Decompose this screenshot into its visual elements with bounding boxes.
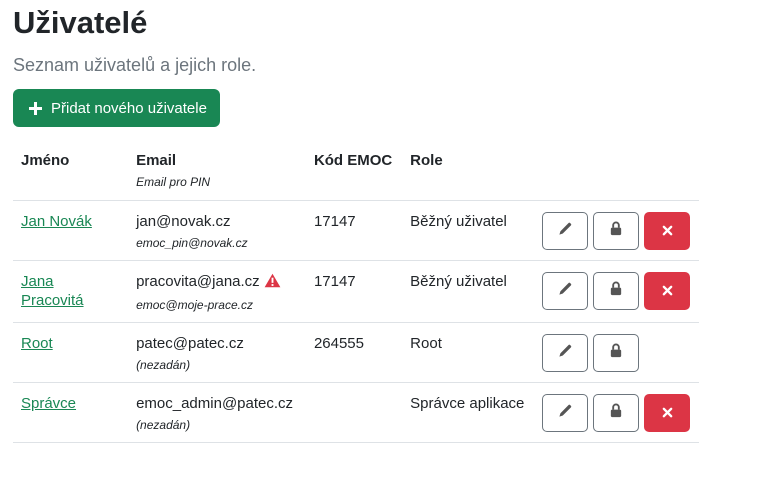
- user-pin-email: emoc_pin@novak.cz: [136, 236, 248, 250]
- pencil-icon: [558, 282, 572, 301]
- plus-icon: [29, 101, 42, 115]
- cell-name: Root: [13, 322, 129, 383]
- user-name-link[interactable]: Root: [21, 335, 53, 352]
- lock-user-button[interactable]: [592, 272, 639, 310]
- pencil-icon: [558, 222, 572, 241]
- edit-user-button[interactable]: [541, 394, 588, 432]
- table-header-row: Jméno Email Email pro PIN Kód EMOC Role: [13, 143, 699, 201]
- table-row: Root patec@patec.cz (nezadán) 264555 Root: [13, 322, 699, 383]
- user-email: patec@patec.cz: [136, 335, 244, 352]
- lock-icon: [609, 281, 623, 301]
- user-pin-email: emoc@moje-prace.cz: [136, 298, 253, 312]
- lock-user-button[interactable]: [592, 212, 639, 250]
- cell-name: Správce: [13, 382, 129, 443]
- header-name: Jméno: [13, 143, 129, 201]
- cell-actions: [533, 322, 699, 383]
- header-email: Email Email pro PIN: [128, 143, 306, 201]
- add-user-button-label: Přidat nového uživatele: [51, 99, 207, 117]
- user-pin-email: (nezadán): [136, 418, 191, 432]
- lock-icon: [609, 403, 623, 423]
- page-title: Uživatelé: [13, 5, 148, 40]
- edit-user-button[interactable]: [541, 272, 588, 310]
- x-icon: [662, 404, 673, 423]
- header-role: Role: [402, 143, 534, 201]
- edit-user-button[interactable]: [541, 212, 588, 250]
- users-page: Uživatelé Seznam uživatelů a jejich role…: [13, 0, 703, 443]
- header-email-sub: Email pro PIN: [136, 175, 211, 189]
- table-row: Jana Pracovitá pracovita@jana.cz emoc@moje…: [13, 260, 699, 323]
- add-user-button[interactable]: Přidat nového uživatele: [13, 89, 220, 127]
- cell-email: pracovita@jana.cz emoc@moje-prace.cz: [128, 260, 306, 323]
- cell-role: Správce aplikace: [402, 382, 534, 443]
- cell-name: Jan Novák: [13, 200, 129, 261]
- header-emoc-code: Kód EMOC: [305, 143, 403, 201]
- user-email: emoc_admin@patec.cz: [136, 395, 294, 412]
- cell-role: Běžný uživatel: [402, 260, 534, 323]
- lock-icon: [609, 221, 623, 241]
- cell-email: emoc_admin@patec.cz (nezadán): [128, 382, 306, 443]
- cell-emoc-code: 17147: [305, 260, 403, 323]
- delete-user-button[interactable]: [644, 272, 690, 310]
- pencil-icon: [558, 344, 572, 363]
- cell-email: patec@patec.cz (nezadán): [128, 322, 306, 383]
- cell-actions: [533, 382, 699, 443]
- table-row: Jan Novák jan@novak.cz emoc_pin@novak.cz 17…: [13, 200, 699, 261]
- cell-role: Root: [402, 322, 534, 383]
- user-name-link[interactable]: Jan Novák: [21, 213, 92, 230]
- delete-user-button[interactable]: [644, 394, 690, 432]
- cell-name: Jana Pracovitá: [13, 260, 129, 323]
- user-name-link[interactable]: Jana Pracovitá: [21, 273, 84, 309]
- pencil-icon: [558, 404, 572, 423]
- cell-emoc-code: 17147: [305, 200, 403, 261]
- cell-email: jan@novak.cz emoc_pin@novak.cz: [128, 200, 306, 261]
- lock-icon: [609, 343, 623, 363]
- page-subtitle: Seznam uživatelů a jejich role.: [13, 55, 257, 75]
- cell-emoc-code: [305, 382, 403, 443]
- x-icon: [662, 282, 673, 301]
- user-pin-email: (nezadán): [136, 358, 191, 372]
- header-email-label: Email: [136, 152, 177, 169]
- lock-user-button[interactable]: [592, 394, 639, 432]
- cell-actions: [533, 200, 699, 261]
- user-email: jan@novak.cz: [136, 213, 231, 230]
- user-email: pracovita@jana.cz: [136, 273, 260, 290]
- edit-user-button[interactable]: [541, 334, 588, 372]
- header-actions: [533, 143, 699, 201]
- users-table: Jméno Email Email pro PIN Kód EMOC Role …: [13, 143, 699, 443]
- warning-triangle-icon: [264, 273, 281, 293]
- cell-emoc-code: 264555: [305, 322, 403, 383]
- cell-role: Běžný uživatel: [402, 200, 534, 261]
- x-icon: [662, 222, 673, 241]
- cell-actions: [533, 260, 699, 323]
- table-row: Správce emoc_admin@patec.cz (nezadán) Správ…: [13, 382, 699, 443]
- delete-user-button[interactable]: [644, 212, 690, 250]
- user-name-link[interactable]: Správce: [21, 395, 76, 412]
- lock-user-button[interactable]: [592, 334, 639, 372]
